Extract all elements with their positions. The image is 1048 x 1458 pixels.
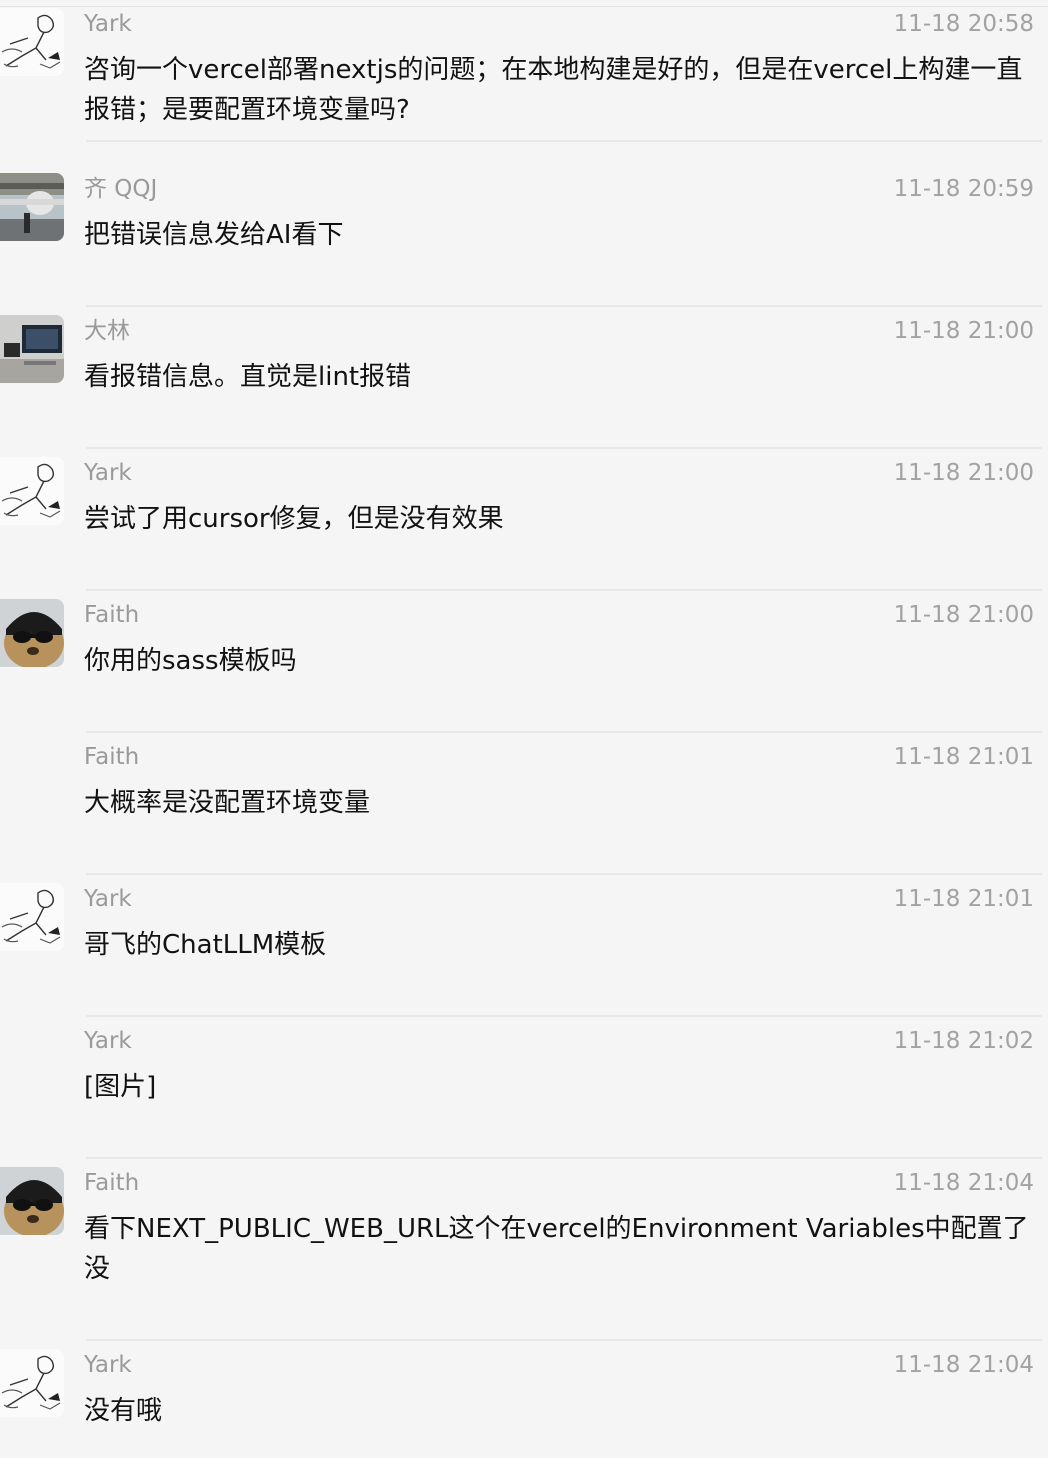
message-time: 11-18 21:04 [893,1352,1034,1378]
author-name: Yark [84,1352,132,1378]
sketch-avatar[interactable] [0,883,64,951]
chat-message[interactable]: Yark 11-18 20:58 咨询一个vercel部署nextjs的问题；在… [0,0,1048,142]
author-name: 齐 QQJ [84,176,158,202]
message-time: 11-18 20:59 [893,176,1034,202]
message-text: 没有哦 [84,1396,163,1426]
chat-message[interactable]: Yark 11-18 21:04 没有哦 [0,1341,1048,1458]
message-time: 11-18 20:58 [893,11,1034,37]
desk-setup-avatar[interactable] [0,315,64,383]
chat-message[interactable]: 齐 QQJ 11-18 20:59 把错误信息发给AI看下 [0,165,1048,307]
message-time: 11-18 21:04 [893,1170,1034,1196]
bear-sunglasses-avatar[interactable] [0,599,64,667]
message-time: 11-18 21:01 [893,744,1034,770]
chat-message[interactable]: Faith 11-18 21:00 你用的sass模板吗 [0,591,1048,733]
message-time: 11-18 21:02 [893,1028,1034,1054]
message-time: 11-18 21:00 [893,460,1034,486]
chat-message[interactable]: 大林 11-18 21:00 看报错信息。直觉是lint报错 [0,307,1048,449]
image-placeholder[interactable]: [图片] [84,1067,1042,1107]
chat-message[interactable]: Yark 11-18 21:00 尝试了用cursor修复，但是没有效果 [0,449,1048,591]
aircraft-photo-avatar[interactable] [0,173,64,241]
message-divider [86,140,1042,142]
author-name: Yark [84,886,132,912]
chat-message[interactable]: Faith 11-18 21:01 大概率是没配置环境变量 [0,733,1048,875]
message-time: 11-18 21:00 [893,602,1034,628]
author-name: Yark [84,11,132,37]
author-name: Faith [84,744,140,770]
bear-sunglasses-avatar[interactable] [0,1167,64,1235]
sketch-avatar[interactable] [0,8,64,76]
chat-message[interactable]: Yark 11-18 21:01 哥飞的ChatLLM模板 [0,875,1048,1017]
message-text: 哥飞的ChatLLM模板 [84,930,327,960]
message-text: 咨询一个vercel部署nextjs的问题；在本地构建是好的，但是在vercel… [84,55,1023,125]
message-time: 11-18 21:00 [893,318,1034,344]
author-name: Faith [84,1170,140,1196]
message-text: 看下NEXT_PUBLIC_WEB_URL这个在vercel的Environme… [84,1214,1029,1284]
chat-message[interactable]: Yark 11-18 21:02 [图片] [0,1017,1048,1159]
message-text: 你用的sass模板吗 [84,646,297,676]
message-text: 尝试了用cursor修复，但是没有效果 [84,504,504,534]
sketch-avatar[interactable] [0,1349,64,1417]
chat-message[interactable]: Faith 11-18 21:04 看下NEXT_PUBLIC_WEB_URL这… [0,1159,1048,1341]
message-time: 11-18 21:01 [893,886,1034,912]
author-name: 大林 [84,318,130,344]
message-text: 大概率是没配置环境变量 [84,788,371,818]
message-text: 看报错信息。直觉是lint报错 [84,362,412,392]
message-text: 把错误信息发给AI看下 [84,220,344,250]
author-name: Faith [84,602,140,628]
author-name: Yark [84,460,132,486]
sketch-avatar[interactable] [0,457,64,525]
author-name: Yark [84,1028,132,1054]
